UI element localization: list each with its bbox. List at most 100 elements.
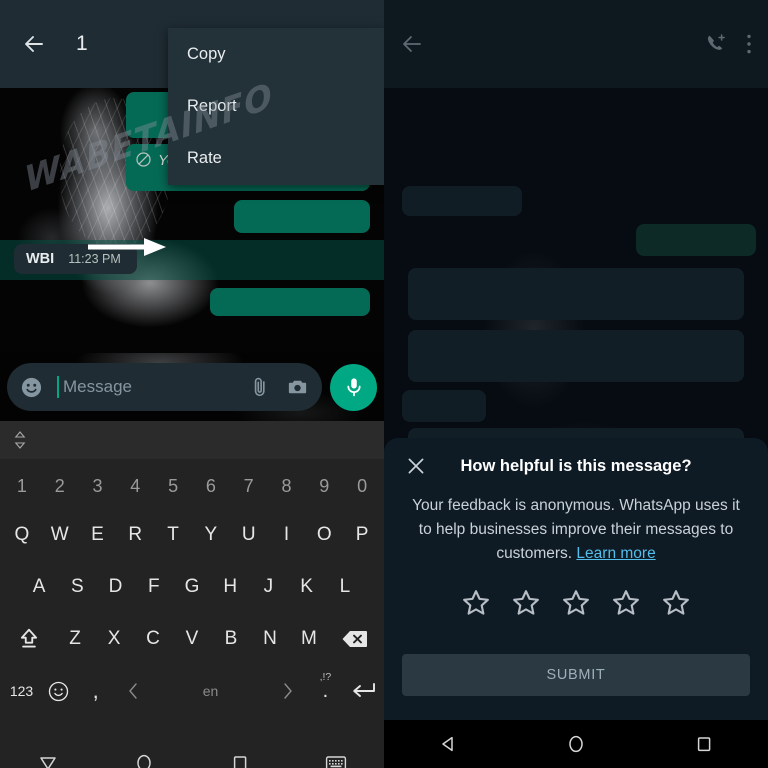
key-r[interactable]: R [116,524,154,546]
message-text: WBI [26,251,55,267]
keyboard-suggestion-bar[interactable] [0,421,384,459]
key-m[interactable]: M [289,628,328,650]
home-circle-icon[interactable] [121,740,167,768]
message-composer: Message [0,353,384,421]
key-9[interactable]: 9 [305,476,343,497]
key-numeric-switch[interactable]: 123 [3,683,40,699]
key-g[interactable]: G [173,576,211,598]
key-i[interactable]: I [268,524,306,546]
camera-icon[interactable] [286,376,309,399]
key-comma[interactable]: , [77,678,114,704]
annotation-arrow-icon [88,238,168,256]
key-3[interactable]: 3 [79,476,117,497]
learn-more-link[interactable]: Learn more [576,545,655,562]
keyboard-row-numbers: 1 2 3 4 5 6 7 8 9 0 [0,463,384,509]
search-input[interactable]: Message [63,377,132,397]
feedback-description: Your feedback is anonymous. WhatsApp use… [402,494,750,566]
keyboard-row-3: Z X C V B N M [0,613,384,665]
close-x-icon[interactable] [402,452,430,480]
key-0[interactable]: 0 [343,476,381,497]
backspace-icon[interactable] [328,627,381,651]
page-title: How helpful is this message? [460,456,692,475]
deleted-message-icon [135,151,152,172]
microphone-icon[interactable] [330,363,377,411]
selected-count: 1 [76,32,88,55]
key-a[interactable]: A [20,576,58,598]
key-e[interactable]: E [79,524,117,546]
list-item[interactable] [234,200,370,233]
shift-caps-icon[interactable] [3,626,56,652]
list-item[interactable] [210,288,370,316]
key-space-language[interactable]: en [151,683,270,699]
key-q[interactable]: Q [3,524,41,546]
key-8[interactable]: 8 [268,476,306,497]
submit-button[interactable]: SUBMIT [402,654,750,696]
key-j[interactable]: J [249,576,287,598]
key-h[interactable]: H [211,576,249,598]
more-vertical-icon[interactable] [746,33,752,55]
arrow-left-icon[interactable] [400,32,424,56]
star-outline-icon[interactable] [661,588,691,618]
key-f[interactable]: F [135,576,173,598]
key-6[interactable]: 6 [192,476,230,497]
keyboard-row-2: A S D F G H J K L [0,561,384,613]
key-5[interactable]: 5 [154,476,192,497]
key-s[interactable]: S [58,576,96,598]
enter-return-icon[interactable] [344,680,381,702]
key-c[interactable]: C [134,628,173,650]
menu-item-copy[interactable]: Copy [168,28,384,80]
key-w[interactable]: W [41,524,79,546]
chevron-right-icon[interactable] [270,682,307,700]
back-triangle-icon[interactable] [425,721,471,767]
key-l[interactable]: L [326,576,364,598]
star-outline-icon[interactable] [511,588,541,618]
menu-item-rate[interactable]: Rate [168,132,384,184]
chevron-left-icon[interactable] [114,682,151,700]
on-screen-keyboard: 1 2 3 4 5 6 7 8 9 0 Q W E R T Y U I O P … [0,459,384,739]
key-z[interactable]: Z [56,628,95,650]
key-x[interactable]: X [95,628,134,650]
collapse-keyboard-icon[interactable] [25,740,71,768]
phone-add-icon[interactable] [704,32,728,56]
keyboard-row-bottom: 123 , en ,!? . [0,665,384,717]
key-d[interactable]: D [96,576,134,598]
key-v[interactable]: V [173,628,212,650]
key-7[interactable]: 7 [230,476,268,497]
star-outline-icon[interactable] [561,588,591,618]
list-item[interactable] [402,186,522,216]
menu-item-report[interactable]: Report [168,80,384,132]
key-b[interactable]: B [211,628,250,650]
key-o[interactable]: O [305,524,343,546]
star-outline-icon[interactable] [461,588,491,618]
screenshot-root: 1 11:10 PM You deleted this message 11:1… [0,0,768,768]
key-t[interactable]: T [154,524,192,546]
key-period[interactable]: ,!? . [307,671,344,703]
emoji-smiley-icon[interactable] [20,376,43,399]
arrow-left-icon[interactable] [14,24,54,64]
right-phone-panel: Today How helpful is this message? Your … [384,0,768,768]
key-period-main: . [322,679,329,702]
key-k[interactable]: K [288,576,326,598]
message-input-bar[interactable]: Message [7,363,322,411]
list-item[interactable] [636,224,756,256]
recents-square-icon[interactable] [681,721,727,767]
key-p[interactable]: P [343,524,381,546]
feedback-sheet-header: How helpful is this message? [402,438,750,494]
key-u[interactable]: U [230,524,268,546]
chevron-expand-icon[interactable] [13,430,27,450]
recents-square-icon[interactable] [217,740,263,768]
list-item[interactable] [408,268,744,320]
key-1[interactable]: 1 [3,476,41,497]
text-cursor [57,376,59,398]
keyboard-switch-icon[interactable] [313,740,359,768]
paperclip-icon[interactable] [248,376,271,399]
key-4[interactable]: 4 [116,476,154,497]
home-circle-icon[interactable] [553,721,599,767]
key-n[interactable]: N [250,628,289,650]
star-outline-icon[interactable] [611,588,641,618]
list-item[interactable] [402,390,486,422]
key-2[interactable]: 2 [41,476,79,497]
key-y[interactable]: Y [192,524,230,546]
emoji-outline-icon[interactable] [40,680,77,703]
list-item[interactable] [408,330,744,382]
